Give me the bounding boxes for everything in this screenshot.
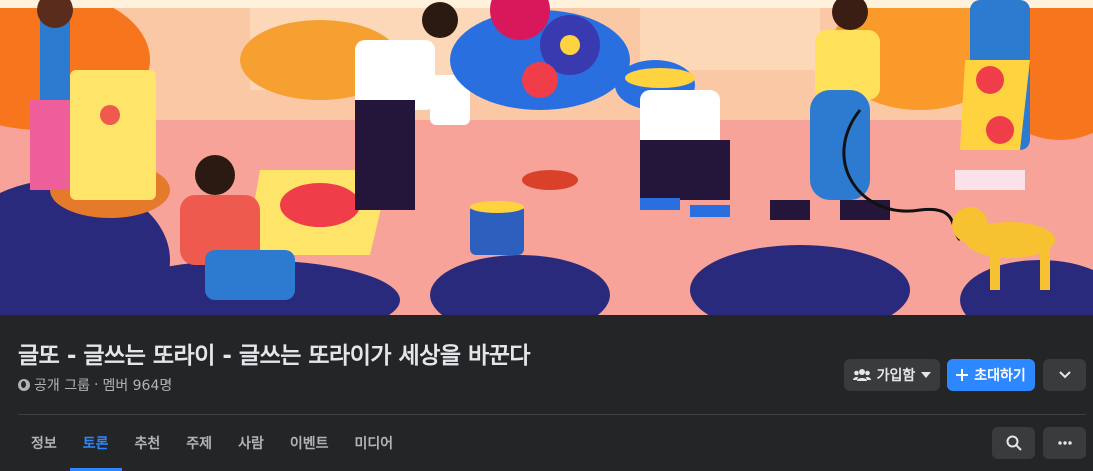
tab-media[interactable]: 미디어 — [341, 415, 406, 471]
joined-button[interactable]: 가입함 — [844, 359, 940, 391]
globe-icon — [18, 379, 30, 391]
tab-featured[interactable]: 추천 — [122, 415, 174, 471]
search-icon — [1006, 435, 1022, 451]
invite-button[interactable]: 초대하기 — [947, 359, 1035, 391]
caret-down-icon — [921, 372, 932, 378]
tab-info[interactable]: 정보 — [18, 415, 70, 471]
tab-people[interactable]: 사람 — [225, 415, 277, 471]
chevron-down-icon — [1058, 371, 1071, 379]
expand-header-button[interactable] — [1043, 359, 1086, 391]
group-title[interactable]: 글또 - 글쓰는 또라이 - 글쓰는 또라이가 세상을 바꾼다 — [18, 336, 531, 370]
people-icon — [852, 369, 871, 381]
invite-label: 초대하기 — [974, 368, 1026, 384]
group-tabs: 정보 토론 추천 주제 사람 이벤트 미디어 — [18, 415, 406, 471]
more-horizontal-icon — [1057, 441, 1072, 445]
cover-illustration — [0, 0, 1093, 315]
plus-icon — [956, 369, 969, 381]
joined-label: 가입함 — [876, 368, 916, 384]
meta-separator: · — [93, 377, 99, 393]
tab-topics[interactable]: 주제 — [173, 415, 225, 471]
group-privacy: 공개 그룹 — [34, 378, 90, 394]
more-options-button[interactable] — [1043, 427, 1086, 459]
search-button[interactable] — [992, 427, 1035, 459]
group-cover-photo[interactable] — [0, 0, 1093, 315]
tab-events[interactable]: 이벤트 — [277, 415, 342, 471]
tab-discussion[interactable]: 토론 — [69, 415, 122, 471]
member-count[interactable]: 멤버 964명 — [102, 375, 172, 395]
group-meta: 공개 그룹 · 멤버 964명 — [18, 375, 172, 395]
